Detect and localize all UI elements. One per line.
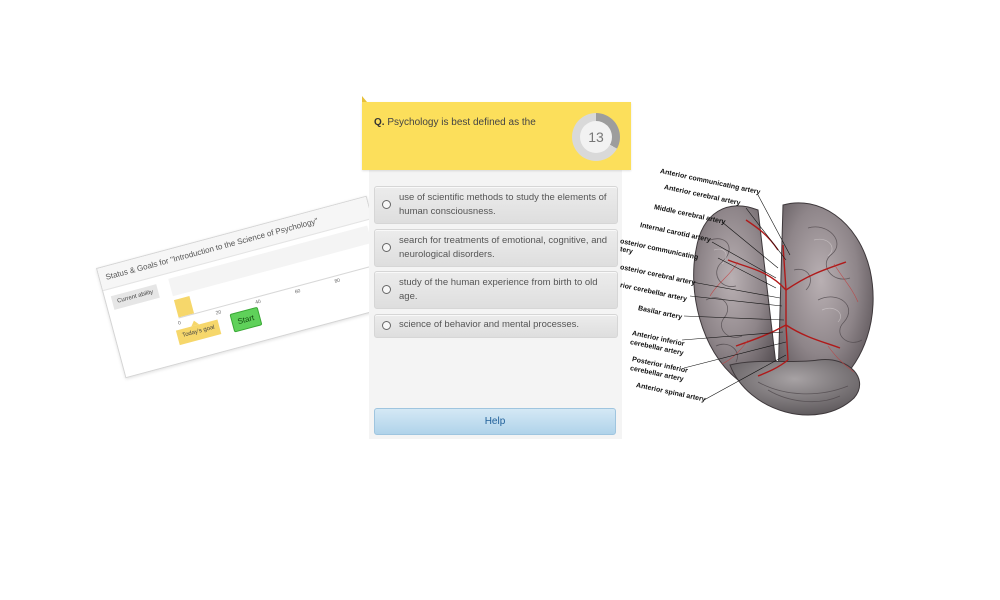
question-box: Q. Psychology is best defined as the 13 bbox=[362, 96, 631, 170]
help-button[interactable]: Help bbox=[374, 408, 616, 435]
current-ability-label: Current ability bbox=[110, 284, 160, 310]
question-box-ear bbox=[362, 96, 367, 102]
question-prefix: Q. bbox=[374, 117, 385, 128]
tick-label: 80 bbox=[333, 277, 341, 285]
brain-arteries-illustration: Anterior communicating artery Anterior c… bbox=[618, 150, 888, 440]
radio-icon[interactable] bbox=[382, 285, 391, 294]
answer-option-3[interactable]: study of the human experience from birth… bbox=[374, 271, 618, 309]
timer-ring: 13 bbox=[572, 113, 620, 161]
answer-text: science of behavior and mental processes… bbox=[399, 319, 580, 330]
question-body: Psychology is best defined as the bbox=[387, 117, 536, 128]
radio-icon[interactable] bbox=[382, 200, 391, 209]
answer-text: study of the human experience from birth… bbox=[399, 277, 598, 302]
answer-text: use of scientific methods to study the e… bbox=[399, 192, 607, 217]
question-text: Q. Psychology is best defined as the bbox=[374, 116, 564, 129]
radio-icon[interactable] bbox=[382, 243, 391, 252]
timer-value: 13 bbox=[580, 121, 612, 153]
tick-label: 0 bbox=[177, 320, 182, 327]
answer-text: search for treatments of emotional, cogn… bbox=[399, 235, 608, 260]
tick-label: 20 bbox=[215, 309, 223, 317]
answer-option-1[interactable]: use of scientific methods to study the e… bbox=[374, 186, 618, 224]
start-button[interactable]: Start bbox=[229, 306, 263, 333]
answer-option-2[interactable]: search for treatments of emotional, cogn… bbox=[374, 229, 618, 267]
answer-option-4[interactable]: science of behavior and mental processes… bbox=[374, 314, 618, 338]
status-goals-card: Status & Goals for "Introduction to the … bbox=[96, 195, 396, 379]
radio-icon[interactable] bbox=[382, 321, 391, 330]
tick-label: 60 bbox=[294, 288, 302, 296]
todays-goal-badge: Today's goal bbox=[175, 319, 222, 346]
tick-label: 40 bbox=[254, 298, 262, 306]
